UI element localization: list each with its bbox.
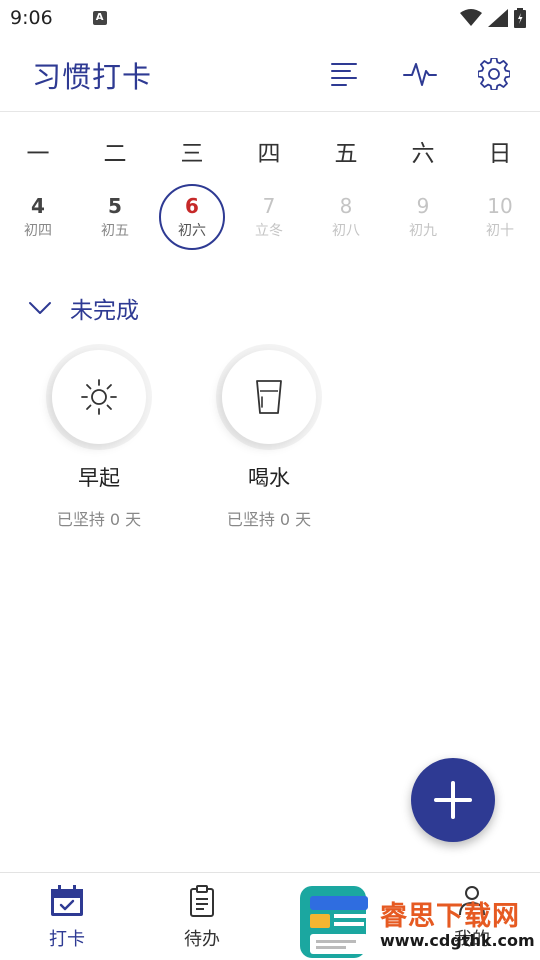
- section-toggle[interactable]: 未完成: [28, 290, 139, 326]
- date-cell[interactable]: 5 初五: [82, 184, 148, 250]
- date-lunar: 初五: [101, 223, 129, 239]
- weekday-label: 日: [488, 141, 512, 167]
- status-time: 9:06: [10, 7, 53, 29]
- date-number: 7: [262, 194, 276, 218]
- signal-icon: [488, 9, 508, 27]
- clipboard-icon: [152, 885, 252, 919]
- nav-item-todo[interactable]: 待办: [152, 885, 252, 951]
- date-lunar: 初八: [332, 223, 360, 239]
- notification-icon: A: [92, 11, 107, 25]
- date-number: 6: [185, 194, 199, 218]
- date-cell[interactable]: 4 初四: [5, 184, 71, 250]
- habit-card[interactable]: 喝水 已坚持 0 天: [194, 350, 344, 530]
- watermark-logo-icon: [300, 886, 368, 958]
- nav-label: 待办: [184, 929, 220, 950]
- date-lunar: 立冬: [255, 223, 283, 239]
- habit-name: 喝水: [248, 466, 290, 490]
- date-lunar: 初六: [178, 223, 206, 239]
- settings-button[interactable]: [476, 56, 512, 92]
- section-title: 未完成: [70, 298, 139, 324]
- weekday-label: 三: [180, 141, 204, 167]
- wifi-icon: [460, 9, 482, 26]
- date-cell[interactable]: 10 初十: [467, 184, 533, 250]
- habit-card[interactable]: 早起 已坚持 0 天: [24, 350, 174, 530]
- date-number: 5: [108, 194, 122, 218]
- weekday-label: 四: [257, 141, 281, 167]
- settings-icon: [478, 58, 510, 90]
- habit-name: 早起: [78, 466, 120, 490]
- date-cell[interactable]: 9 初九: [390, 184, 456, 250]
- sun-icon: [81, 379, 117, 415]
- app-title: 习惯打卡: [32, 60, 153, 94]
- plus-icon: [434, 781, 472, 819]
- date-row: 4 初四 5 初五 6 初六 7 立冬 8 初八 9 初九 10 初十: [0, 180, 540, 256]
- date-cell[interactable]: 7 立冬: [236, 184, 302, 250]
- date-number: 9: [416, 194, 430, 218]
- habit-streak: 已坚持 0 天: [226, 510, 312, 529]
- chevron-down-icon: [29, 302, 51, 314]
- weekday-label: 二: [103, 141, 127, 167]
- sort-icon: [331, 63, 357, 86]
- date-lunar: 初十: [486, 223, 514, 239]
- habit-streak: 已坚持 0 天: [56, 510, 142, 529]
- date-lunar: 初九: [409, 223, 437, 239]
- status-icons: [460, 8, 526, 28]
- watermark-text: 睿思下载网: [380, 901, 520, 932]
- status-bar: 9:06 A: [0, 0, 540, 36]
- add-habit-button[interactable]: [411, 758, 495, 842]
- date-cell[interactable]: 8 初八: [313, 184, 379, 250]
- pulse-icon: [403, 63, 437, 86]
- calendar-check-icon: [17, 885, 117, 919]
- watermark: 睿思下载网 www.cdgthk.com: [296, 884, 540, 960]
- habit-checkin-button[interactable]: [52, 350, 146, 444]
- weekday-label: 一: [26, 141, 50, 167]
- stats-button[interactable]: [402, 56, 438, 92]
- cup-icon: [256, 380, 282, 414]
- date-number: 10: [487, 194, 513, 218]
- date-number: 8: [339, 194, 353, 218]
- app-bar: 习惯打卡: [0, 36, 540, 112]
- date-lunar: 初四: [24, 223, 52, 239]
- weekday-label: 五: [334, 141, 358, 167]
- weekday-label: 六: [411, 141, 435, 167]
- habit-checkin-button[interactable]: [222, 350, 316, 444]
- watermark-url: www.cdgthk.com: [380, 931, 535, 950]
- sort-button[interactable]: [326, 56, 362, 92]
- battery-icon: [514, 8, 526, 28]
- date-cell-today[interactable]: 6 初六: [159, 184, 225, 250]
- date-number: 4: [31, 194, 45, 218]
- nav-label: 打卡: [49, 929, 85, 950]
- nav-item-checkin[interactable]: 打卡: [17, 885, 117, 951]
- weekday-row: 一 二 三 四 五 六 日: [0, 128, 540, 168]
